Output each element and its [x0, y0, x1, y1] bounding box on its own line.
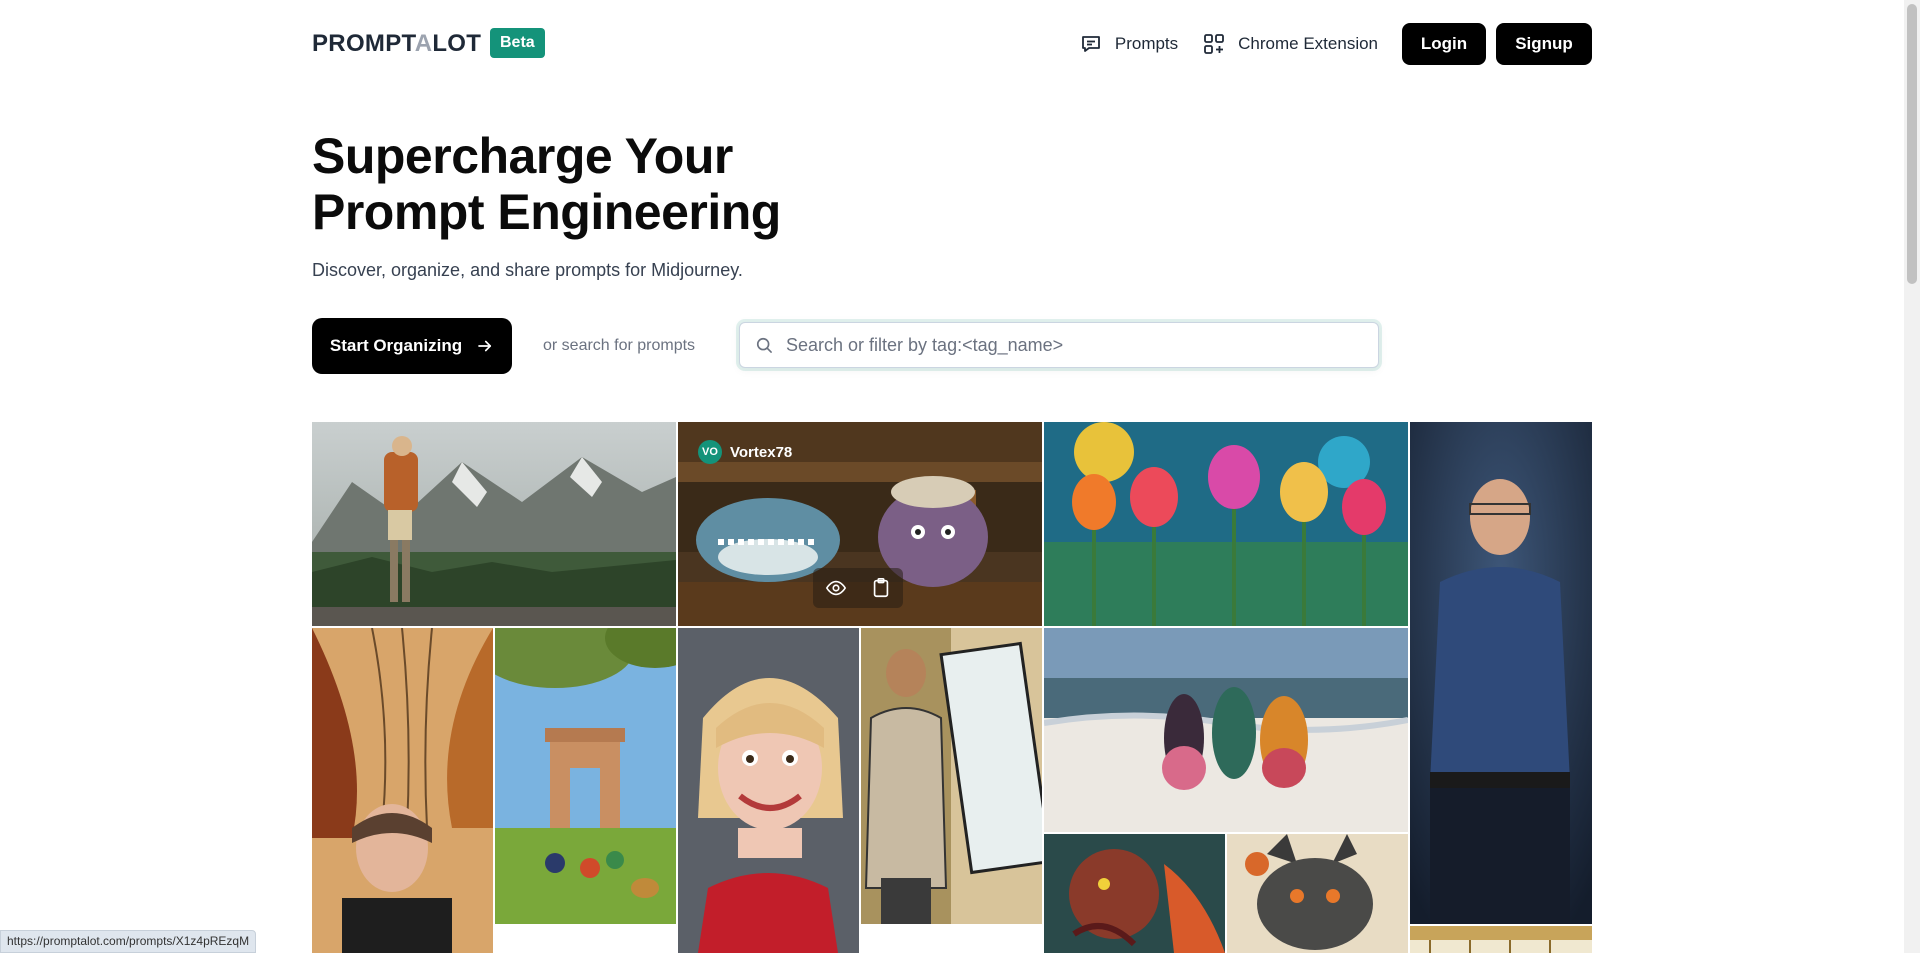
building-image	[1410, 926, 1592, 953]
apps-add-icon	[1204, 34, 1225, 54]
dragon-image	[1227, 834, 1408, 953]
gallery-tile-comic-man[interactable]	[861, 628, 1042, 924]
signup-button[interactable]: Signup	[1496, 23, 1592, 65]
page-scrollbar[interactable]	[1904, 0, 1920, 953]
author-avatar: VO	[698, 440, 722, 464]
gallery-tile-tulips[interactable]	[1044, 422, 1408, 626]
prompt-author[interactable]: VO Vortex78	[698, 440, 792, 464]
gallery-tile-sea-monster[interactable]	[1044, 834, 1225, 953]
clipboard-icon	[873, 578, 888, 598]
logo-text-1: PROMPT	[312, 30, 415, 57]
search-input[interactable]	[786, 334, 1346, 356]
india-gate-picnic-image	[495, 628, 676, 924]
hero-title: Supercharge Your Prompt Engineering	[312, 128, 781, 240]
gallery-tile-building[interactable]	[1410, 926, 1592, 953]
logo-text-accent: A	[414, 30, 433, 57]
or-search-text: or search for prompts	[543, 337, 696, 354]
gallery-tile-dragon[interactable]	[1227, 834, 1408, 953]
site-logo[interactable]: PROMPTALOT	[312, 30, 481, 58]
start-organizing-button[interactable]: Start Organizing	[312, 318, 512, 374]
hero-title-line-1: Supercharge Your	[312, 128, 733, 184]
smiling-man-portrait-image	[1410, 422, 1592, 924]
gallery-tile-india-gate[interactable]	[495, 628, 676, 924]
chat-bubble-icon	[1081, 36, 1100, 52]
cartoon-blonde-woman-image	[678, 628, 859, 953]
start-organizing-label: Start Organizing	[329, 336, 463, 355]
nav-prompts-link[interactable]: Prompts	[1079, 32, 1178, 56]
hero-title-line-2: Prompt Engineering	[312, 184, 781, 240]
view-prompt-button[interactable]	[825, 577, 847, 599]
search-icon	[756, 337, 772, 353]
prompt-gallery: VO Vortex78	[312, 422, 1592, 953]
gallery-tile-woman-hair[interactable]	[312, 628, 493, 953]
beta-badge: Beta	[490, 28, 545, 58]
sea-monster-image	[1044, 834, 1225, 953]
author-name: Vortex78	[730, 443, 793, 461]
gallery-tile-man-portrait[interactable]	[1410, 422, 1592, 924]
gallery-tile-shark-octopus[interactable]: VO Vortex78	[678, 422, 1042, 626]
gallery-tile-cartoon-woman[interactable]	[678, 628, 859, 953]
stained-glass-tulips-image	[1044, 422, 1408, 626]
nav-prompts-label: Prompts	[1114, 34, 1179, 53]
arrow-right-icon	[478, 340, 492, 352]
nav-chrome-extension-label: Chrome Extension	[1238, 34, 1378, 53]
hero-subtitle: Discover, organize, and share prompts fo…	[312, 260, 743, 280]
logo-text-2: LOT	[432, 30, 482, 57]
tile-actions	[813, 568, 903, 608]
login-button[interactable]: Login	[1402, 23, 1486, 65]
site-header: PROMPTALOT Beta Prompts Chrome Extension…	[312, 22, 1592, 66]
copy-prompt-button[interactable]	[870, 577, 892, 599]
scrollbar-thumb[interactable]	[1907, 4, 1917, 284]
hiker-in-valley-image	[312, 422, 676, 626]
snow-beach-painting-image	[1044, 628, 1408, 832]
gallery-tile-hiker[interactable]	[312, 422, 676, 626]
woman-flowing-hair-image	[312, 628, 493, 953]
page: PROMPTALOT Beta Prompts Chrome Extension…	[0, 0, 1904, 953]
gallery-tile-snow-beach[interactable]	[1044, 628, 1408, 832]
eye-icon	[825, 580, 846, 596]
main-nav: Prompts Chrome Extension Login Signup	[1079, 22, 1592, 66]
search-box	[739, 322, 1379, 368]
nav-chrome-extension-link[interactable]: Chrome Extension	[1202, 32, 1378, 56]
status-bar-url: https://promptalot.com/prompts/X1z4pREzq…	[0, 930, 257, 953]
comic-man-image	[861, 628, 1042, 924]
